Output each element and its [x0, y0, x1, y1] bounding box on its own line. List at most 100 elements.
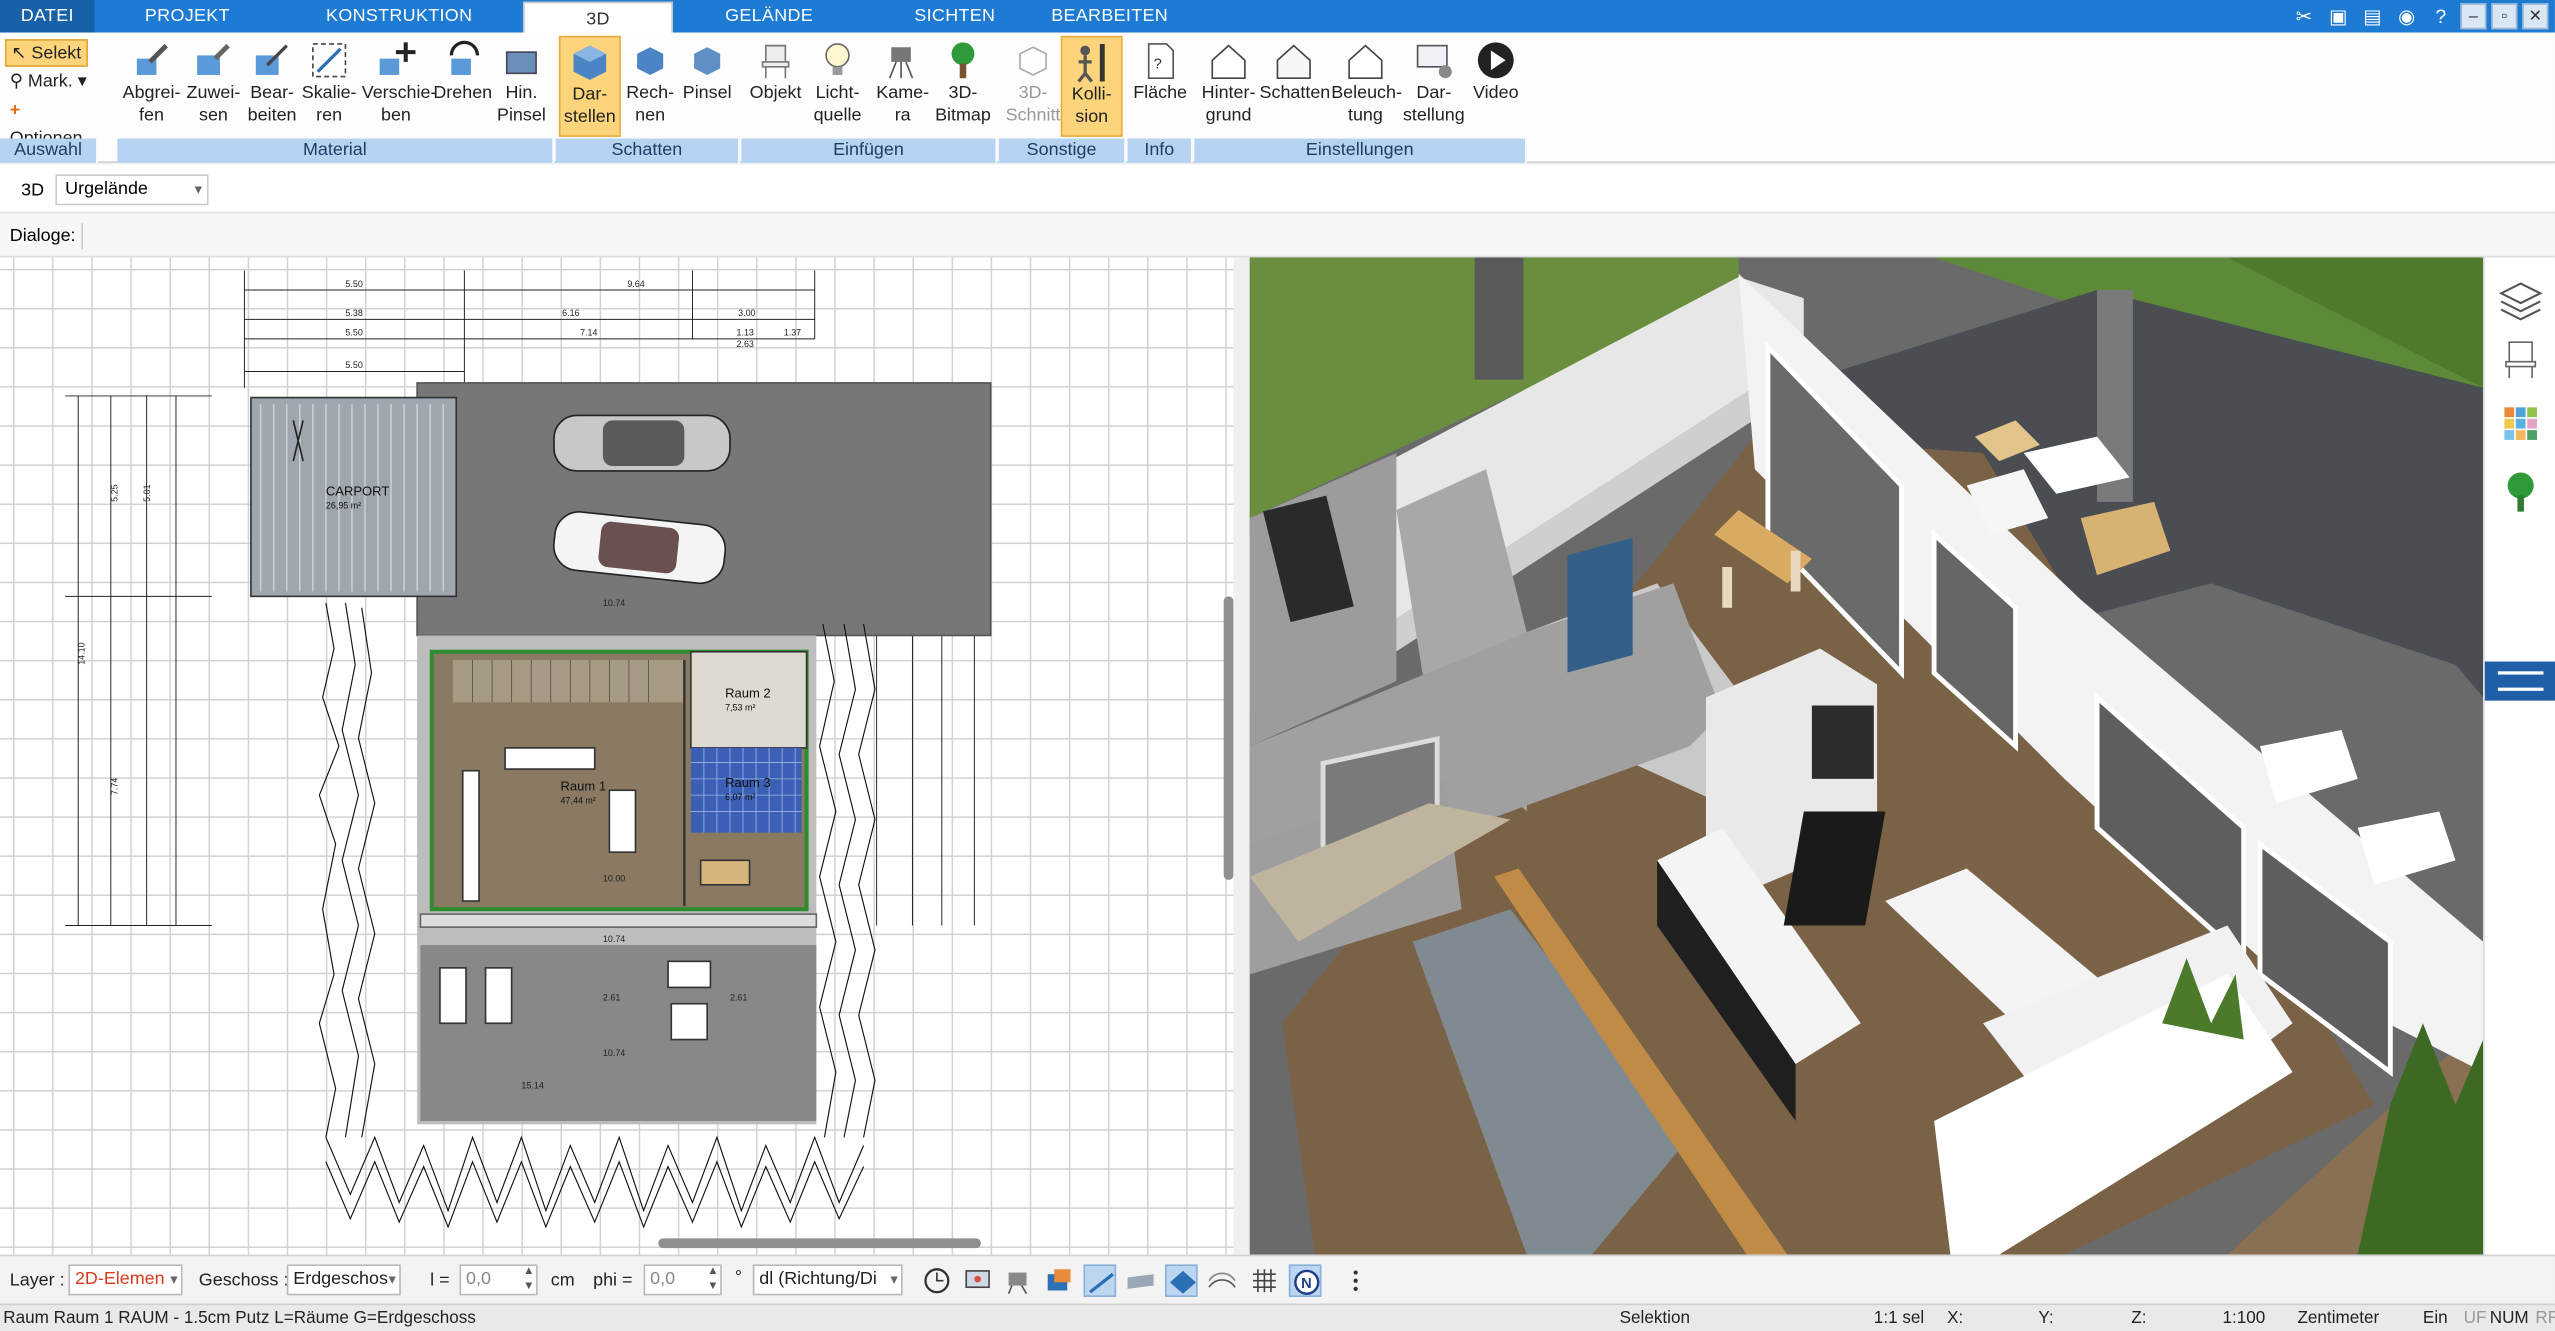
kamera-button[interactable]: Kame- ra [872, 36, 934, 137]
dim-label: 6.16 [562, 308, 579, 318]
mark-label: Mark. [27, 71, 73, 92]
layers-icon[interactable] [2498, 282, 2543, 321]
tab-konstruktion[interactable]: KONSTRUKTION [318, 0, 481, 33]
pen-draw-icon[interactable] [1083, 1264, 1117, 1298]
pipette-icon [136, 43, 168, 75]
tree-icon [951, 42, 975, 79]
dim-label: 10.00 [603, 874, 625, 884]
3d-bitmap-button[interactable]: 3D- Bitmap [932, 36, 994, 137]
export-icon[interactable] [1043, 1264, 1076, 1297]
monitor-icon[interactable] [961, 1264, 994, 1297]
tab-sichten[interactable]: SICHTEN [896, 0, 1013, 33]
cube-calc-icon [637, 47, 664, 75]
status-unit: Zentimeter [2297, 1308, 2380, 1328]
options-button[interactable]: + Optionen [5, 98, 98, 148]
chair-icon[interactable] [2505, 341, 2537, 379]
hin-pinsel-button[interactable]: Hin. Pinsel [490, 36, 552, 137]
bearbeiten-button[interactable]: Bear- beiten [241, 36, 303, 137]
direction-dropdown[interactable]: dl (Richtung/Di ▾ [752, 1264, 903, 1296]
tab-3d[interactable]: 3D [523, 1, 673, 35]
hintergrund-button[interactable]: Hinter- grund [1198, 36, 1260, 137]
window-controls: ✂ ▣ ▤ ◉ ? – ▫ ✕ [2289, 0, 2555, 33]
minimize-button[interactable]: – [2460, 3, 2487, 30]
length-input[interactable]: 0,0 ▲ ▼ [459, 1264, 538, 1296]
tab-datei[interactable]: DATEI [0, 0, 95, 33]
terrain-dropdown[interactable]: Urgelände ▾ [55, 174, 209, 206]
einst-schatten-button[interactable]: Schatten [1259, 36, 1331, 137]
sidebar-collapse-tab[interactable] [2484, 661, 2555, 701]
schatten-rechnen-button[interactable]: Rech- nen [619, 36, 681, 137]
scale-icon [312, 43, 347, 78]
group-auswahl: ↖ Selekt ⚲ Mark. ▾ + Optionen Auswahl [0, 33, 98, 163]
house-background-icon [1211, 44, 1246, 80]
skalieren-button[interactable]: Skalie- ren [298, 36, 360, 137]
video-button[interactable]: Video [1465, 36, 1527, 137]
select-label: Selekt [31, 43, 82, 64]
dim-label: 10.74 [603, 598, 625, 608]
schatten-darstellen-label: Dar- stellen [563, 84, 616, 128]
skalieren-label: Skalie- ren [301, 83, 357, 126]
camera-icon[interactable] [1002, 1264, 1035, 1297]
bearbeiten-label: Bear- beiten [247, 83, 297, 126]
schatten-darstellen-button[interactable]: Dar- stellen [558, 35, 621, 137]
zuweisen-button[interactable]: Zuwei- sen [182, 36, 244, 137]
status-scale: 1:100 [2222, 1308, 2266, 1328]
plan-vertical-scrollbar[interactable] [1223, 596, 1234, 880]
spinner-icon[interactable]: ▲ ▼ [523, 1264, 534, 1293]
material-palette-icon[interactable] [2504, 407, 2537, 440]
drehen-button[interactable]: Drehen [432, 36, 494, 137]
geschoss-label: Geschoss : [198, 1270, 289, 1291]
flaeche-label: Fläche [1133, 83, 1188, 103]
layer-dropdown[interactable]: 2D-Elemen ▾ [68, 1264, 183, 1296]
tab-bearbeiten[interactable]: BEARBEITEN [1043, 0, 1177, 33]
close-button[interactable]: ✕ [2522, 3, 2549, 30]
layer-fill-icon[interactable] [1165, 1264, 1198, 1298]
grid-icon[interactable] [1248, 1264, 1281, 1297]
objekt-button[interactable]: Objekt [745, 36, 807, 137]
tab-projekt[interactable]: PROJEKT [122, 0, 252, 33]
window-tile-icon[interactable]: ▤ [2358, 3, 2387, 29]
terrain-icon[interactable] [1206, 1264, 1239, 1297]
clock-icon[interactable] [921, 1264, 954, 1297]
spinner-icon[interactable]: ▲ ▼ [707, 1264, 718, 1293]
tree-icon[interactable] [2507, 472, 2534, 512]
group-einstellungen: Hinter- grund Schatten Beleuch- tung Dar… [1194, 33, 1527, 163]
beleuchtung-button[interactable]: Beleuch- tung [1331, 36, 1402, 137]
schatten-pinsel-button[interactable]: Pinsel [676, 36, 738, 137]
dim-label: 5.50 [345, 360, 362, 370]
tab-gelaende[interactable]: GELÄNDE [704, 0, 834, 33]
more-options-icon[interactable] [1339, 1264, 1372, 1297]
dim-label: 7.74 [109, 778, 119, 795]
view-splitter[interactable] [1233, 257, 1250, 1255]
abgreifen-button[interactable]: Abgrei- fen [121, 36, 183, 137]
phi-input[interactable]: 0,0 ▲ ▼ [643, 1264, 722, 1296]
help-icon[interactable]: ? [2426, 3, 2455, 29]
length-unit: cm [550, 1270, 575, 1291]
select-button[interactable]: ↖ Selekt [4, 39, 88, 67]
flaeche-button[interactable]: ? Fläche [1129, 36, 1191, 137]
plan-horizontal-scrollbar[interactable] [658, 1238, 981, 1249]
palette-icon[interactable]: ◉ [2392, 3, 2421, 29]
status-num: NUM [2489, 1308, 2529, 1328]
lichtquelle-button[interactable]: Licht- quelle [807, 36, 869, 137]
3d-view[interactable] [1249, 257, 2484, 1255]
3d-schnitt-button[interactable]: 3D- Schnitt [1002, 36, 1064, 137]
lichtquelle-label: Licht- quelle [813, 83, 862, 126]
verschieben-button[interactable]: Verschie- ben [362, 36, 436, 137]
group-info: ? Fläche Info [1127, 33, 1193, 163]
hatch-icon[interactable] [1124, 1264, 1157, 1297]
dim-label: 15.14 [521, 1080, 543, 1090]
objekt-label: Objekt [749, 83, 802, 103]
mark-button[interactable]: ⚲ Mark. ▾ [5, 68, 92, 96]
north-icon[interactable]: N [1288, 1264, 1322, 1298]
floor-plan-2d-view[interactable]: 5.50 9.64 5.38 6.16 3.00 1.37 5.50 7.14 … [0, 257, 1234, 1255]
kollision-button[interactable]: Kolli- sion [1060, 35, 1123, 137]
darstellung-button[interactable]: Dar- stellung [1401, 36, 1466, 137]
mark-icon: ⚲ [9, 71, 23, 92]
dim-label: 5.38 [345, 308, 362, 318]
tools-icon[interactable]: ✂ [2289, 3, 2318, 29]
maximize-button[interactable]: ▫ [2491, 3, 2518, 30]
einst-schatten-label: Schatten [1259, 83, 1331, 103]
window-restore-icon[interactable]: ▣ [2324, 3, 2353, 29]
geschoss-dropdown[interactable]: Erdgeschos ▾ [286, 1264, 401, 1296]
